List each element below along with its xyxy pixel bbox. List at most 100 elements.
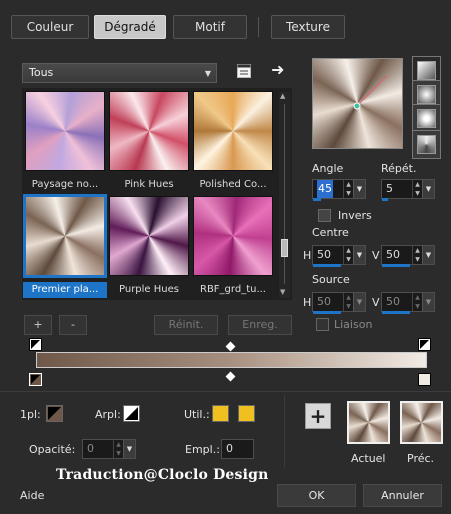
preset-thumb-polished[interactable]	[193, 91, 273, 171]
spin-arrows-icon[interactable]: ▲ ▼	[343, 293, 353, 311]
tab-texture[interactable]: Texture	[271, 15, 345, 39]
stop-marker-bottom-right[interactable]	[418, 373, 431, 386]
help-link[interactable]: Aide	[20, 489, 44, 502]
add-to-presets-button[interactable]: +	[305, 403, 331, 429]
user-color-swatch-2[interactable]	[238, 405, 255, 422]
gradient-preview[interactable]	[312, 58, 403, 149]
chevron-down-icon[interactable]: ▼	[422, 246, 434, 264]
chevron-down-icon[interactable]: ▼	[353, 180, 365, 198]
source-v-label: V	[372, 296, 380, 309]
location-value: 0	[226, 442, 233, 455]
library-icon[interactable]	[236, 63, 252, 79]
preset-label-selected: Premier pla...	[23, 282, 107, 298]
angle-value: 45	[317, 180, 333, 198]
preset-label: Polished Co...	[199, 179, 267, 190]
reset-button[interactable]: Réinit.	[154, 315, 218, 335]
link-label: Liaison	[334, 318, 373, 331]
angle-slider[interactable]	[313, 198, 321, 201]
center-v-stepper[interactable]: 50 ▲ ▼ ▼	[381, 245, 435, 265]
tab-couleur[interactable]: Couleur	[11, 15, 89, 39]
current-gradient-preview	[347, 401, 390, 444]
source-v-stepper[interactable]: 50 ▲ ▼ ▼	[381, 292, 435, 312]
empl-label: Empl.:	[185, 443, 220, 456]
watermark-text: Traduction@Cloclo Design	[56, 467, 269, 483]
spin-arrows-icon[interactable]: ▲ ▼	[343, 246, 353, 264]
center-v-value: 50	[386, 248, 400, 261]
midpoint-marker-bottom[interactable]	[225, 371, 236, 382]
ok-button[interactable]: OK	[277, 484, 356, 507]
center-v-label: V	[372, 249, 380, 262]
spin-arrows-icon[interactable]: ▲ ▼	[412, 180, 422, 198]
location-field[interactable]: 0	[221, 439, 254, 459]
style-sunburst-button[interactable]	[412, 104, 441, 133]
preset-thumb-paysage[interactable]	[25, 91, 105, 171]
scroll-track	[284, 104, 285, 284]
preset-label: Paysage no...	[31, 179, 99, 190]
background-color-swatch[interactable]	[123, 405, 140, 422]
chevron-down-icon[interactable]: ▼	[422, 180, 434, 198]
source-v-slider[interactable]	[382, 311, 410, 314]
chevron-down-icon[interactable]: ▼	[123, 440, 135, 458]
link-checkbox[interactable]	[316, 318, 329, 331]
chevron-down-icon[interactable]: ▼	[353, 246, 365, 264]
center-v-slider[interactable]	[382, 264, 410, 267]
export-arrow-icon[interactable]: ➜	[271, 62, 284, 78]
angle-label: Angle	[312, 162, 344, 175]
remove-preset-button[interactable]: -	[59, 315, 87, 335]
source-h-slider[interactable]	[313, 311, 341, 314]
source-v-value: 50	[386, 295, 400, 308]
preset-label: Pink Hues	[124, 179, 174, 190]
spin-arrows-icon[interactable]: ▲ ▼	[113, 440, 123, 458]
gradient-bar[interactable]	[36, 352, 427, 368]
category-select[interactable]: Tous ▼	[22, 63, 217, 83]
angle-stepper[interactable]: 45 ▲ ▼ ▼	[312, 179, 366, 199]
preset-label: Purple Hues	[119, 284, 179, 295]
midpoint-marker-top[interactable]	[225, 341, 236, 352]
spin-arrows-icon[interactable]: ▲ ▼	[412, 293, 422, 311]
invert-checkbox[interactable]	[318, 209, 331, 222]
chevron-down-icon[interactable]: ▼	[422, 293, 434, 311]
scroll-down-icon[interactable]: ▼	[280, 288, 285, 296]
repeat-stepper[interactable]: 5 ▲ ▼ ▼	[381, 179, 435, 199]
style-radial-button[interactable]	[412, 130, 441, 159]
opacity-stepper[interactable]: 0 ▲ ▼ ▼	[82, 439, 136, 459]
repeat-value: 5	[386, 182, 393, 195]
stop-marker-top-left[interactable]	[29, 338, 42, 351]
user-color-swatch-1[interactable]	[212, 405, 229, 422]
spin-arrows-icon[interactable]: ▲ ▼	[412, 246, 422, 264]
arpl-label: Arpl:	[95, 408, 121, 421]
preset-thumb-rbf[interactable]	[193, 196, 273, 276]
scroll-thumb[interactable]	[281, 239, 288, 257]
pl-label: 1pl:	[20, 408, 41, 421]
repeat-slider[interactable]	[382, 198, 388, 201]
tab-motif[interactable]: Motif	[173, 15, 247, 39]
center-h-slider[interactable]	[313, 264, 341, 267]
preset-thumb-pink-hues[interactable]	[109, 91, 189, 171]
source-h-label: H	[303, 296, 312, 309]
center-h-value: 50	[317, 248, 331, 261]
opacity-value: 0	[87, 442, 94, 455]
spin-arrows-icon[interactable]: ▲ ▼	[343, 180, 353, 198]
center-h-stepper[interactable]: 50 ▲ ▼ ▼	[312, 245, 366, 265]
previous-gradient-preview[interactable]	[400, 401, 443, 444]
chevron-down-icon: ▼	[204, 69, 211, 78]
divider-vertical	[284, 395, 285, 467]
previous-label: Préc.	[407, 452, 435, 465]
chevron-down-icon[interactable]: ▼	[353, 293, 365, 311]
current-label: Actuel	[351, 452, 386, 465]
scroll-up-icon[interactable]: ▲	[280, 92, 285, 100]
source-h-stepper[interactable]: 50 ▲ ▼ ▼	[312, 292, 366, 312]
add-preset-button[interactable]: +	[24, 315, 52, 335]
cancel-button[interactable]: Annuler	[363, 484, 442, 507]
preset-scrollbar[interactable]: ▲ ▼	[279, 92, 290, 298]
save-preset-button[interactable]: Enreg.	[228, 315, 292, 335]
stop-color-swatch[interactable]	[46, 405, 63, 422]
preset-thumb-purple-hues[interactable]	[109, 196, 189, 276]
center-label: Centre	[312, 226, 349, 239]
source-h-value: 50	[317, 295, 331, 308]
tab-degrade[interactable]: Dégradé	[94, 15, 166, 39]
stop-marker-top-right[interactable]	[418, 338, 431, 351]
preset-thumb-premier-plan[interactable]	[25, 196, 105, 276]
repeat-label: Répét.	[381, 162, 417, 175]
stop-marker-bottom-left[interactable]	[29, 373, 42, 386]
